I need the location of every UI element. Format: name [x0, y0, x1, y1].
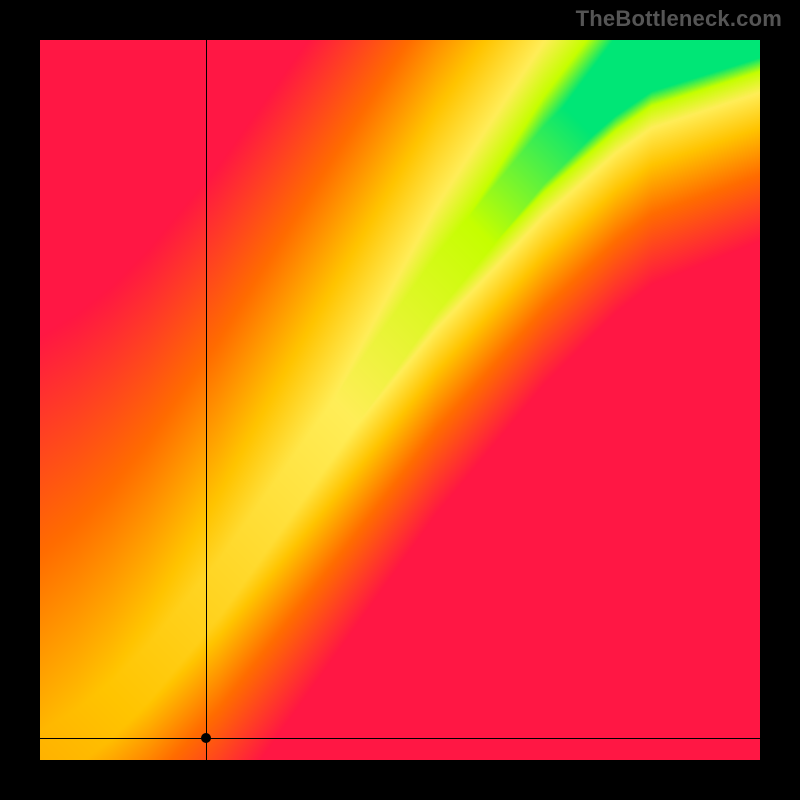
- plot-frame: [40, 40, 760, 760]
- watermark-text: TheBottleneck.com: [576, 6, 782, 32]
- crosshair-horizontal: [40, 738, 760, 739]
- marker-dot: [201, 733, 211, 743]
- crosshair-vertical: [206, 40, 207, 760]
- heatmap-canvas: [40, 40, 760, 760]
- chart-stage: TheBottleneck.com: [0, 0, 800, 800]
